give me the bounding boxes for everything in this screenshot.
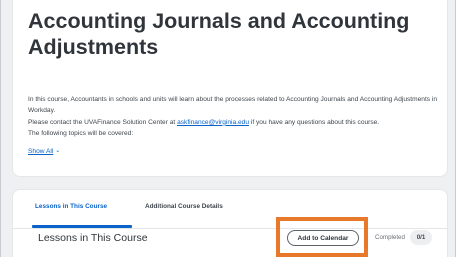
email-link[interactable]: askfinance@virginia.edu — [177, 119, 249, 126]
completed-count-badge: 0/1 — [410, 230, 432, 245]
show-all-link[interactable]: Show All ⌄ — [28, 147, 61, 156]
description-contact-suffix: if you have any questions about this cou… — [249, 118, 380, 126]
tab-lessons-in-this-course[interactable]: Lessons in This Course — [35, 203, 107, 210]
description-line-3: The following topics will be covered: — [28, 130, 134, 138]
completed-label: Completed — [375, 234, 405, 241]
description-contact-text: Please contact the UVAFinance Solution C… — [28, 118, 178, 126]
active-tab-indicator — [32, 225, 132, 228]
add-to-calendar-button[interactable]: Add to Calendar — [287, 230, 359, 246]
lessons-section-title: Lessons in This Course — [38, 232, 148, 244]
tab-additional-course-details[interactable]: Additional Course Details — [145, 203, 223, 210]
page-title: Accounting Journals and Accounting Adjus… — [28, 9, 410, 59]
course-tabs: Lessons in This Course Additional Course… — [12, 189, 448, 229]
chevron-down-icon: ⌄ — [55, 147, 61, 154]
course-description: In this course, Accountants in schools a… — [28, 94, 438, 140]
show-all-label: Show All — [28, 148, 54, 155]
description-line-1: In this course, Accountants in schools a… — [28, 96, 438, 115]
description-line-2: Please contact the UVAFinance Solution C… — [28, 117, 438, 128]
